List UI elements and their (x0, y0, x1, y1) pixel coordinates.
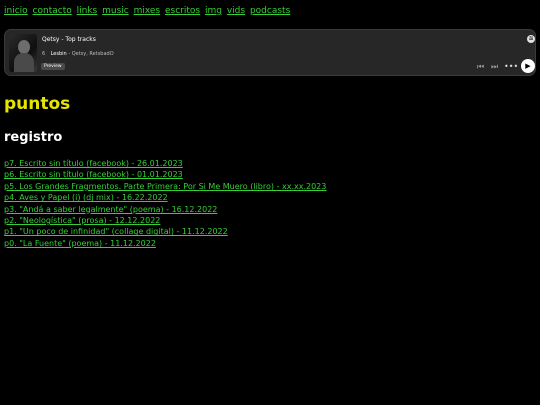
nav-link-links[interactable]: links (77, 6, 98, 16)
entry-link-p0[interactable]: p0. "La Fuente" (poema) - 11.12.2022 (4, 238, 326, 249)
nav-link-podcasts[interactable]: podcasts (250, 6, 290, 16)
next-icon[interactable]: ⏭ (491, 63, 498, 71)
nav-link-img[interactable]: img (205, 6, 222, 16)
nav-link-vids[interactable]: vids (227, 6, 245, 16)
nav-link-mixes[interactable]: mixes (134, 6, 161, 16)
nav-link-inicio[interactable]: inicio (4, 6, 28, 16)
player-title[interactable]: Qetsy - Top tracks (42, 36, 96, 43)
track-artist: - Qetsy, RetsbadO (68, 51, 114, 57)
page-title: puntos (4, 94, 71, 114)
player-track[interactable]: 6 Lesbin - Qetsy, RetsbadO (42, 51, 114, 57)
more-icon[interactable]: ••• (504, 63, 518, 71)
play-icon[interactable]: ▶ (521, 59, 535, 73)
entry-link-p3[interactable]: p3. "Andá a saber legalmente" (poema) - … (4, 204, 326, 215)
previous-icon[interactable]: ⏮ (477, 63, 484, 71)
nav-link-contacto[interactable]: contacto (33, 6, 72, 16)
entry-link-p1[interactable]: p1. "Un poco de infinidad" (collage digi… (4, 226, 326, 237)
track-name: Lesbin (50, 51, 67, 57)
section-title: registro (4, 130, 63, 145)
entry-link-p4[interactable]: p4. Aves y Papel (i) (dj mix) - 16.22.20… (4, 192, 326, 203)
entry-link-p2[interactable]: p2. "Neologística" (prosa) - 12.12.2022 (4, 215, 326, 226)
entry-list: p7. Escrito sin título (facebook) - 26.0… (4, 158, 326, 249)
top-nav: inicio contacto links music mixes escrit… (4, 5, 292, 17)
spotify-icon[interactable]: ≋ (527, 35, 535, 43)
track-number: 6 (42, 51, 46, 57)
album-cover[interactable] (9, 34, 37, 72)
entry-link-p7[interactable]: p7. Escrito sin título (facebook) - 26.0… (4, 158, 326, 169)
nav-link-escritos[interactable]: escritos (165, 6, 200, 16)
entry-link-p5[interactable]: p5. Los Grandes Fragmentos. Parte Primer… (4, 181, 326, 192)
spotify-embed-player: Qetsy - Top tracks 6 Lesbin - Qetsy, Ret… (4, 29, 536, 76)
entry-link-p6[interactable]: p6. Escrito sin título (facebook) - 01.0… (4, 169, 326, 180)
nav-link-music[interactable]: music (102, 6, 129, 16)
preview-badge: Preview (41, 63, 65, 70)
